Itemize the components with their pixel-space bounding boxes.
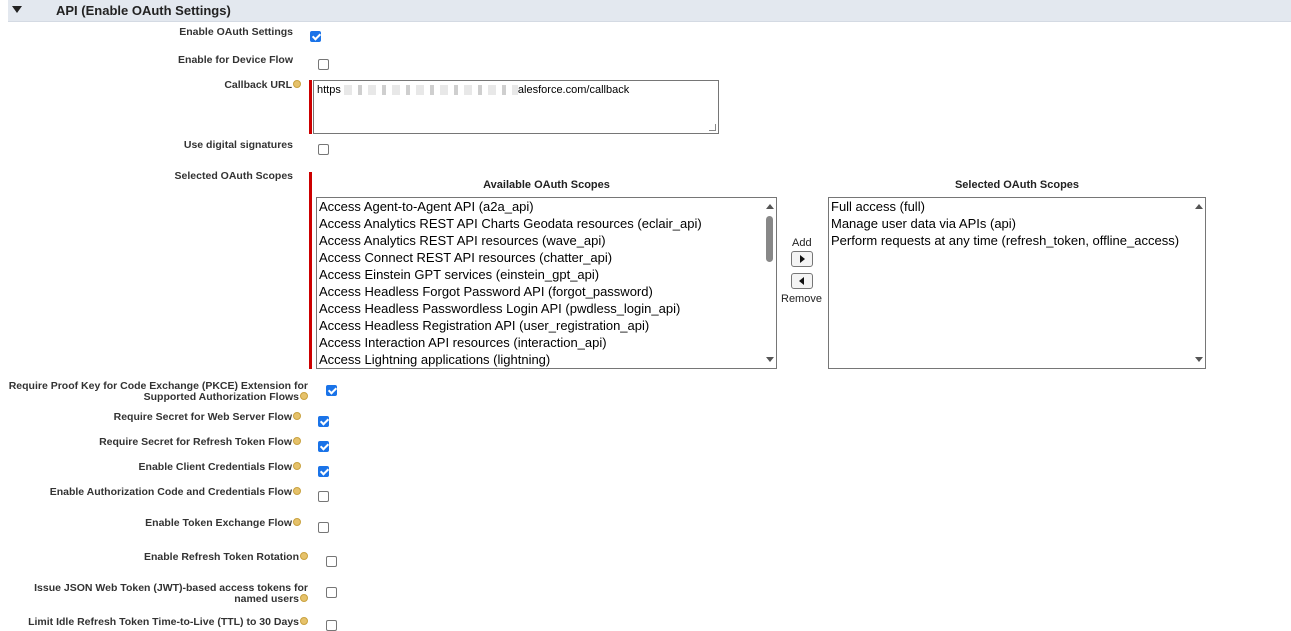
- add-button[interactable]: [791, 251, 813, 267]
- required-indicator: [309, 80, 312, 134]
- enable-oauth-checkbox[interactable]: [310, 31, 321, 42]
- scroll-up-icon[interactable]: [766, 204, 774, 209]
- token-exchange-label: Enable Token Exchange Flow: [145, 518, 301, 529]
- list-item[interactable]: Access Headless Forgot Password API (for…: [317, 283, 776, 300]
- help-icon[interactable]: [300, 552, 308, 561]
- secret-refresh-checkbox[interactable]: [318, 441, 329, 452]
- callback-url-textarea[interactable]: https alesforce.com/callback: [313, 80, 719, 134]
- client-credentials-checkbox[interactable]: [318, 466, 329, 477]
- device-flow-checkbox[interactable]: [318, 59, 329, 70]
- device-flow-label: Enable for Device Flow: [178, 54, 293, 66]
- help-icon[interactable]: [300, 617, 308, 626]
- help-icon[interactable]: [293, 487, 301, 496]
- list-item[interactable]: Access Headless Registration API (user_r…: [317, 317, 776, 334]
- help-icon[interactable]: [293, 437, 301, 446]
- section-header[interactable]: API (Enable OAuth Settings): [8, 0, 1291, 22]
- list-item[interactable]: Full access (full): [829, 198, 1205, 215]
- callback-url-prefix: https: [317, 84, 341, 96]
- idle-ttl-checkbox[interactable]: [326, 620, 337, 631]
- list-item[interactable]: Perform requests at any time (refresh_to…: [829, 232, 1205, 249]
- scroll-up-icon[interactable]: [1195, 204, 1203, 209]
- refresh-rotation-checkbox[interactable]: [326, 556, 337, 567]
- remove-label: Remove: [781, 293, 822, 305]
- callback-url-suffix: alesforce.com/callback: [517, 84, 630, 96]
- refresh-rotation-label: Enable Refresh Token Rotation: [144, 552, 308, 563]
- pkce-checkbox[interactable]: [326, 385, 337, 396]
- arrow-right-icon: [800, 255, 805, 263]
- resize-handle-icon[interactable]: [709, 124, 716, 131]
- token-exchange-checkbox[interactable]: [318, 522, 329, 533]
- available-scopes-title: Available OAuth Scopes: [483, 179, 610, 191]
- idle-ttl-label: Limit Idle Refresh Token Time-to-Live (T…: [28, 617, 308, 628]
- scroll-down-icon[interactable]: [766, 357, 774, 362]
- list-item[interactable]: Access Analytics REST API resources (wav…: [317, 232, 776, 249]
- secret-refresh-label: Require Secret for Refresh Token Flow: [99, 437, 301, 448]
- list-item[interactable]: Access Lightning applications (lightning…: [317, 351, 776, 368]
- callback-url-label: Callback URL: [224, 80, 301, 91]
- required-indicator: [309, 172, 312, 369]
- remove-button[interactable]: [791, 273, 813, 289]
- list-item[interactable]: Access Einstein GPT services (einstein_g…: [317, 266, 776, 283]
- selected-scopes-list[interactable]: Full access (full) Manage user data via A…: [828, 197, 1206, 369]
- help-icon[interactable]: [293, 518, 301, 527]
- selected-scopes-title: Selected OAuth Scopes: [954, 179, 1080, 191]
- auth-code-credentials-label: Enable Authorization Code and Credential…: [50, 487, 301, 498]
- jwt-tokens-label: Issue JSON Web Token (JWT)-based access …: [34, 582, 308, 605]
- list-item[interactable]: Access Interaction API resources (intera…: [317, 334, 776, 351]
- list-item[interactable]: Access Agent-to-Agent API (a2a_api): [317, 198, 776, 215]
- collapse-triangle-icon[interactable]: [12, 6, 22, 13]
- secret-web-server-label: Require Secret for Web Server Flow: [114, 412, 301, 423]
- help-icon[interactable]: [293, 412, 301, 421]
- add-label: Add: [792, 237, 812, 249]
- list-item[interactable]: Manage user data via APIs (api): [829, 215, 1205, 232]
- list-item[interactable]: Access Analytics REST API Charts Geodata…: [317, 215, 776, 232]
- scrollbar[interactable]: [763, 198, 776, 368]
- arrow-left-icon: [799, 277, 804, 285]
- help-icon[interactable]: [293, 462, 301, 471]
- redacted-text: [343, 85, 518, 96]
- help-icon[interactable]: [293, 80, 301, 89]
- scroll-thumb[interactable]: [766, 216, 773, 262]
- scrollbar[interactable]: [1192, 198, 1205, 368]
- auth-code-credentials-checkbox[interactable]: [318, 491, 329, 502]
- client-credentials-label: Enable Client Credentials Flow: [139, 462, 301, 473]
- section-title: API (Enable OAuth Settings): [56, 3, 231, 18]
- help-icon[interactable]: [300, 392, 308, 401]
- digital-signatures-label: Use digital signatures: [183, 139, 293, 151]
- digital-signatures-checkbox[interactable]: [318, 144, 329, 155]
- help-icon[interactable]: [300, 594, 308, 603]
- list-item[interactable]: Access Headless Passwordless Login API (…: [317, 300, 776, 317]
- available-scopes-list[interactable]: Access Agent-to-Agent API (a2a_api) Acces…: [316, 197, 777, 369]
- pkce-label: Require Proof Key for Code Exchange (PKC…: [8, 380, 308, 403]
- list-item[interactable]: Access Connect REST API resources (chatt…: [317, 249, 776, 266]
- selected-scopes-label: Selected OAuth Scopes: [174, 170, 293, 182]
- secret-web-server-checkbox[interactable]: [318, 416, 329, 427]
- jwt-tokens-checkbox[interactable]: [326, 587, 337, 598]
- scroll-down-icon[interactable]: [1195, 357, 1203, 362]
- enable-oauth-label: Enable OAuth Settings: [179, 26, 293, 38]
